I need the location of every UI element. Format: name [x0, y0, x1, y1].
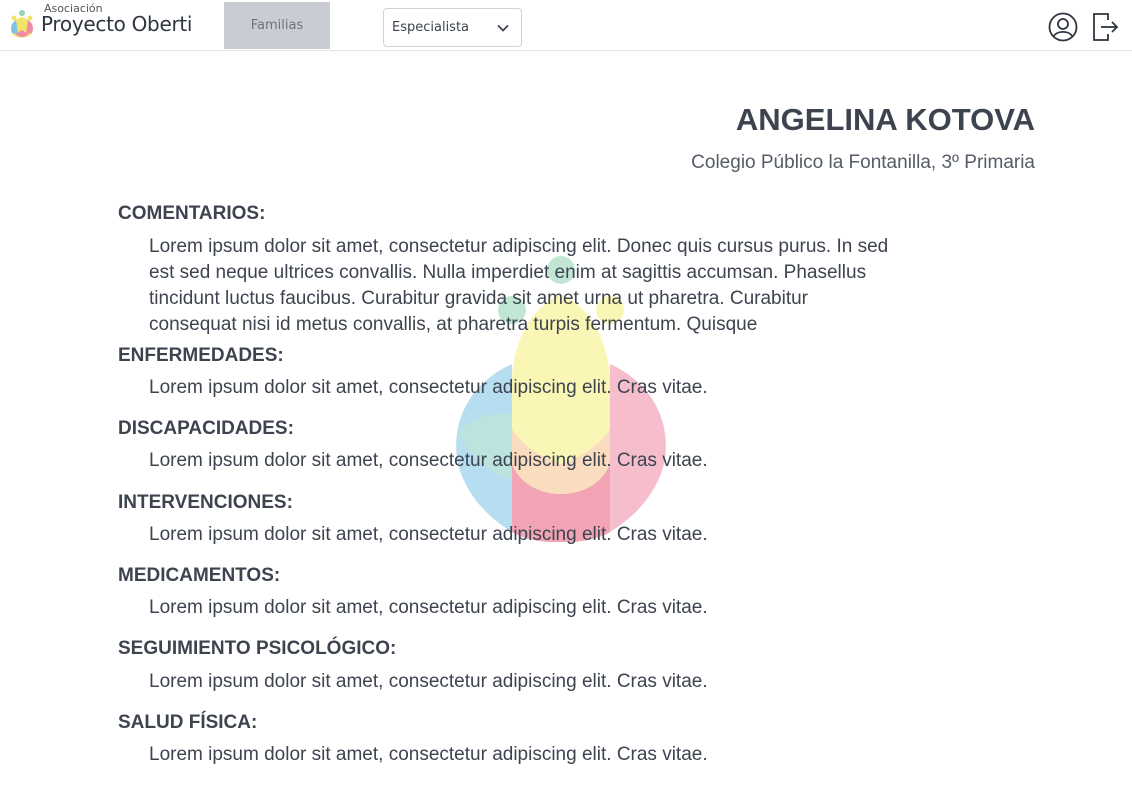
- section-text-medicamentos: Lorem ipsum dolor sit amet, consectetur …: [149, 597, 708, 618]
- section-title-enfermedades: ENFERMEDADES:: [118, 345, 284, 366]
- section-text-seguimiento-psicologico: Lorem ipsum dolor sit amet, consectetur …: [149, 671, 708, 692]
- user-circle-icon[interactable]: [1048, 12, 1078, 42]
- chevron-down-icon: [497, 24, 509, 32]
- student-school: Colegio Público la Fontanilla, 3º Primar…: [691, 152, 1035, 173]
- section-title-salud-fisica: SALUD FÍSICA:: [118, 712, 258, 733]
- section-title-discapacidades: DISCAPACIDADES:: [118, 418, 294, 439]
- tab-familias[interactable]: Familias: [224, 2, 330, 49]
- section-text-enfermedades: Lorem ipsum dolor sit amet, consectetur …: [149, 377, 708, 398]
- student-name: ANGELINA KOTOVA: [735, 102, 1035, 137]
- section-text-comentarios: Lorem ipsum dolor sit amet, consectetur …: [149, 236, 889, 335]
- role-select-value: Especialista: [392, 20, 470, 35]
- section-text-salud-fisica: Lorem ipsum dolor sit amet, consectetur …: [149, 744, 708, 765]
- top-navigation-bar: Asociación Proyecto Oberti Familias Espe…: [0, 0, 1132, 51]
- section-text-intervenciones: Lorem ipsum dolor sit amet, consectetur …: [149, 524, 708, 545]
- logo-mark-icon: [11, 10, 33, 38]
- section-title-intervenciones: INTERVENCIONES:: [118, 492, 293, 513]
- section-title-comentarios: COMENTARIOS:: [118, 203, 266, 224]
- logout-icon[interactable]: [1091, 11, 1119, 43]
- section-title-medicamentos: MEDICAMENTOS:: [118, 565, 281, 586]
- app-logo[interactable]: Asociación Proyecto Oberti: [8, 2, 208, 46]
- logo-title: Proyecto Oberti: [41, 12, 193, 36]
- section-text-discapacidades: Lorem ipsum dolor sit amet, consectetur …: [149, 450, 708, 471]
- section-title-seguimiento-psicologico: SEGUIMIENTO PSICOLÓGICO:: [118, 638, 397, 659]
- role-select[interactable]: Especialista: [383, 8, 522, 47]
